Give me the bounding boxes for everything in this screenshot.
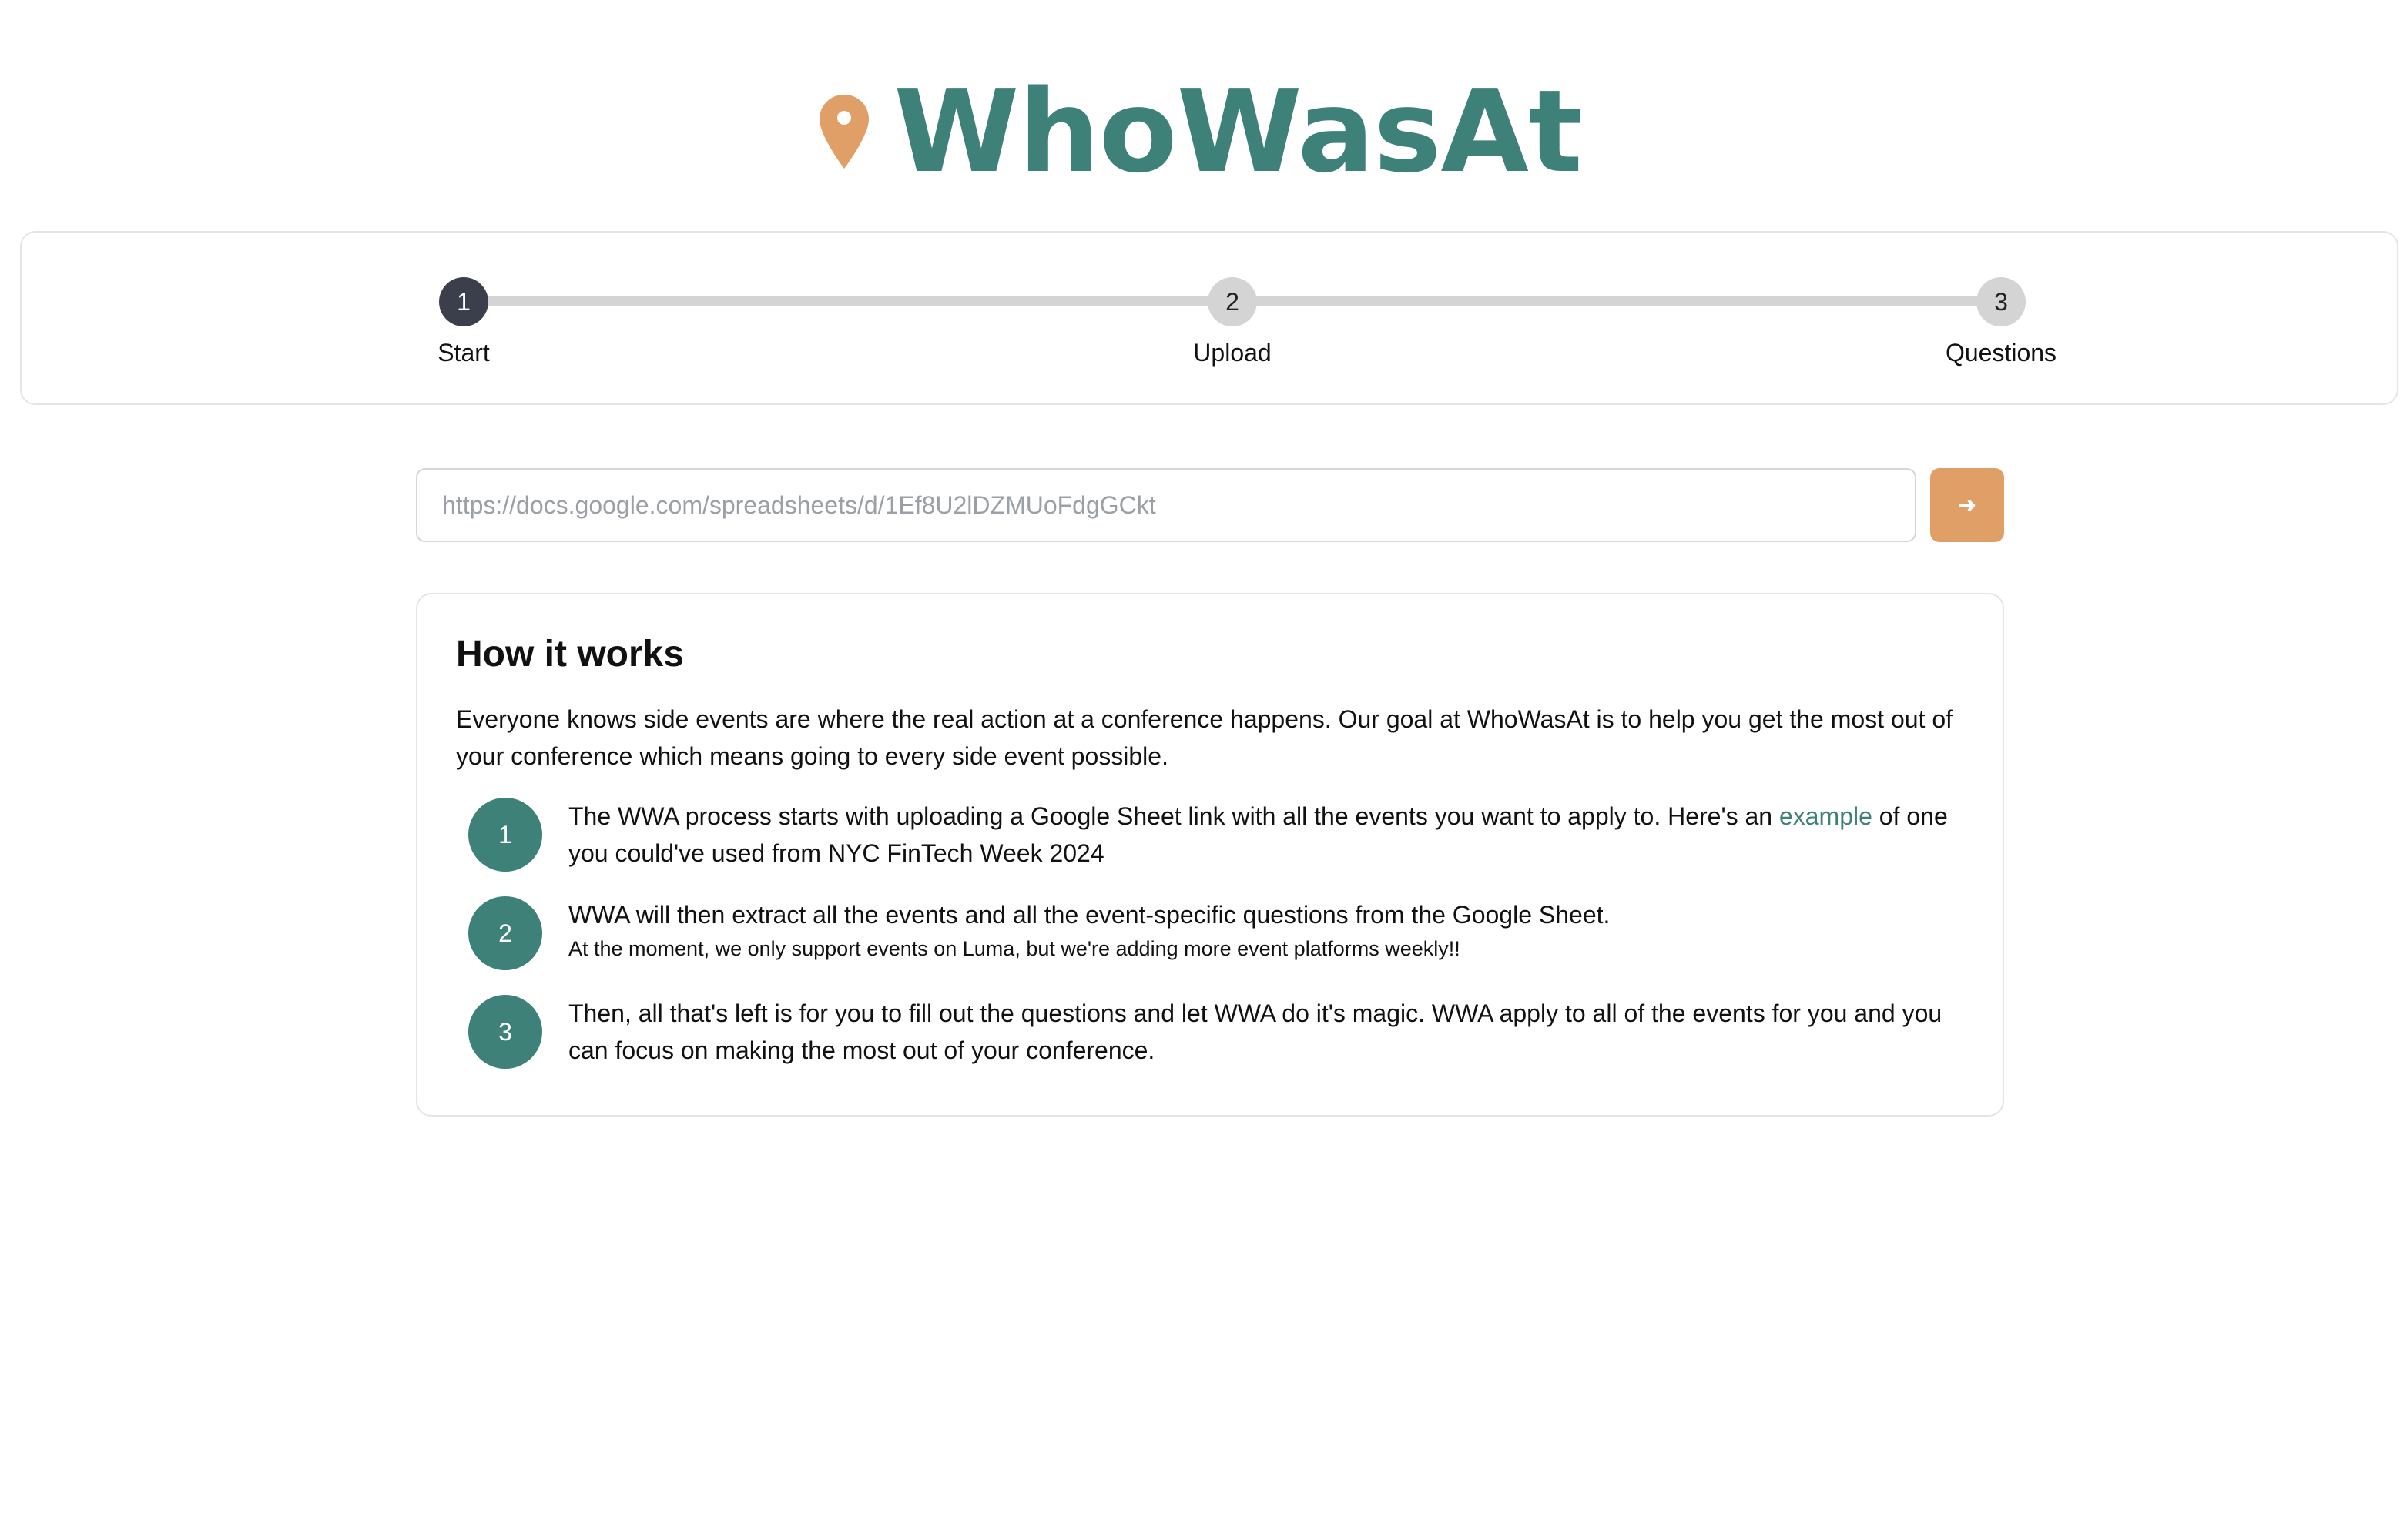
map-pin-icon	[818, 93, 870, 170]
step-start[interactable]: 1 Start	[348, 277, 579, 367]
step-number-badge: 1	[468, 798, 542, 872]
how-it-works-heading: How it works	[456, 634, 685, 675]
step-description: WWA will then extract all the events and…	[568, 896, 1610, 964]
step-upload[interactable]: 2 Upload	[1117, 277, 1348, 367]
example-link[interactable]: example	[1779, 802, 1872, 830]
step-number: 1	[439, 277, 488, 326]
step-number-badge: 2	[468, 896, 542, 970]
step-number: 3	[1976, 277, 2026, 326]
step-note: At the moment, we only support events on…	[568, 937, 1460, 960]
progress-stepper: 1 Start 2 Upload 3 Questions	[20, 231, 2398, 405]
how-it-works-steps: 1 The WWA process starts with uploading …	[456, 798, 1966, 1069]
arrow-right-icon: ➜	[1957, 492, 1977, 518]
list-item: 3 Then, all that's left is for you to fi…	[456, 995, 1966, 1069]
step-description: Then, all that's left is for you to fill…	[568, 999, 1942, 1064]
app-logo: WhoWasAt	[0, 74, 2400, 189]
step-number: 2	[1208, 277, 1257, 326]
step-label: Upload	[1193, 339, 1272, 367]
step-questions[interactable]: 3 Questions	[1885, 277, 2117, 367]
google-sheet-url-input[interactable]	[416, 468, 1916, 542]
list-item: 2 WWA will then extract all the events a…	[456, 896, 1966, 970]
step-text-before-link: The WWA process starts with uploading a …	[568, 802, 1779, 830]
page: WhoWasAt 1 Start 2 Upload 3 Questions ➜ …	[0, 0, 2400, 1540]
step-description: The WWA process starts with uploading a …	[568, 798, 1966, 872]
step-number-badge: 3	[468, 995, 542, 1069]
step-text: WWA will then extract all the events and…	[568, 901, 1611, 929]
how-it-works-card: How it works Everyone knows side events …	[416, 593, 2004, 1116]
step-label: Start	[437, 339, 490, 367]
app-title: WhoWasAt	[893, 65, 1583, 198]
submit-url-button[interactable]: ➜	[1930, 468, 2004, 542]
how-it-works-intro: Everyone knows side events are where the…	[456, 705, 1953, 770]
list-item: 1 The WWA process starts with uploading …	[456, 798, 1966, 872]
step-label: Questions	[1945, 339, 2057, 367]
